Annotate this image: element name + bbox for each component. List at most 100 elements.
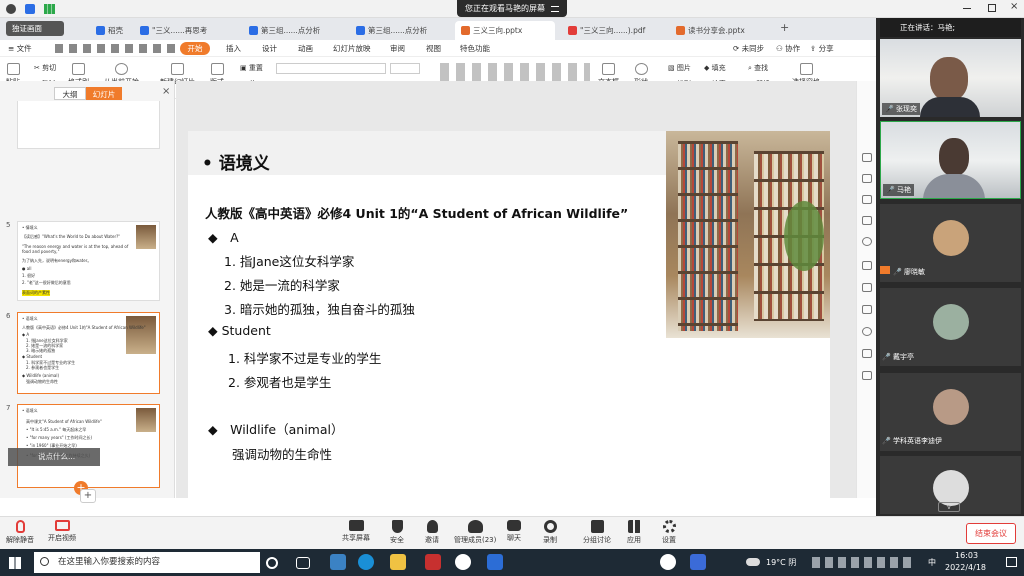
- share-button[interactable]: ⇪ 分享: [810, 43, 834, 54]
- manage-members-button[interactable]: 管理成员(23): [454, 520, 496, 545]
- help-icon[interactable]: [660, 554, 676, 570]
- font-name-select[interactable]: [276, 63, 386, 74]
- task-view-icon[interactable]: [296, 557, 310, 569]
- collab-button[interactable]: ⚇ 协作: [776, 43, 800, 54]
- unmute-button[interactable]: 解除静音: [6, 520, 34, 545]
- person-silhouette: [939, 138, 969, 176]
- participant-tile-speaking[interactable]: 🎤 马艳: [880, 121, 1021, 199]
- menu-icon[interactable]: [551, 5, 559, 12]
- clock-time[interactable]: 16:03: [955, 551, 978, 560]
- tab-docer[interactable]: 稻壳: [90, 21, 130, 40]
- start-video-button[interactable]: 开启视频: [48, 520, 76, 543]
- tab-reading-pptx[interactable]: 读书分享会.pptx: [670, 21, 770, 40]
- clock-date[interactable]: 2022/4/18: [945, 563, 986, 572]
- layout-icon: [210, 63, 224, 75]
- cut-button[interactable]: ✂ 剪切: [34, 63, 56, 73]
- font-size-select[interactable]: [390, 63, 420, 74]
- info-icon[interactable]: [6, 4, 16, 14]
- chat-quick-input[interactable]: 说点什么...: [8, 448, 100, 466]
- tab-doc-3[interactable]: 第三组......点分析: [350, 21, 446, 40]
- windows-start-icon[interactable]: [9, 557, 21, 569]
- app-icon[interactable]: [690, 554, 706, 570]
- person-body: [920, 97, 980, 117]
- tab-screen-share[interactable]: 独证画面: [6, 21, 64, 36]
- menu-review[interactable]: 审阅: [390, 43, 405, 54]
- viewing-banner[interactable]: 您正在观看马艳的屏幕: [457, 0, 567, 17]
- security-button[interactable]: 安全: [390, 520, 404, 545]
- tab-outline[interactable]: 大纲: [54, 87, 86, 100]
- tool-icon[interactable]: [862, 237, 872, 246]
- settings-button[interactable]: 设置: [662, 520, 676, 545]
- menu-view[interactable]: 视图: [426, 43, 441, 54]
- tool-icon[interactable]: [862, 349, 872, 358]
- tab-doc-2[interactable]: 第三组......点分析: [243, 21, 339, 40]
- avatar: [933, 389, 969, 425]
- fill-button[interactable]: ◆ 填充: [704, 63, 726, 73]
- browser-icon[interactable]: [358, 554, 374, 570]
- apps-button[interactable]: 应用: [627, 520, 641, 545]
- menu-design[interactable]: 设计: [262, 43, 277, 54]
- tab-pdf[interactable]: "三义三向......).pdf: [562, 21, 662, 40]
- new-tab-icon[interactable]: +: [780, 21, 789, 34]
- new-slide-plus-button[interactable]: +: [80, 489, 96, 503]
- tool-icon[interactable]: [862, 174, 872, 183]
- maximize-icon[interactable]: [988, 4, 996, 12]
- end-meeting-button[interactable]: 结束会议: [966, 523, 1016, 544]
- tool-icon[interactable]: [862, 195, 872, 204]
- ime-indicator[interactable]: 中: [928, 557, 936, 568]
- minimize-icon[interactable]: [963, 8, 971, 9]
- system-tray-icons[interactable]: [812, 557, 912, 568]
- close-panel-icon[interactable]: ×: [162, 86, 170, 97]
- tool-icon[interactable]: [862, 216, 872, 225]
- tool-icon[interactable]: [862, 327, 872, 336]
- tool-icon[interactable]: [862, 261, 872, 270]
- weather-text[interactable]: 19°C 阴: [766, 557, 796, 568]
- breakout-rooms-button[interactable]: 分组讨论: [583, 520, 611, 545]
- menu-bar: ≡ 文件 开始 插入 设计 动画 幻灯片放映 审阅 视图 特色功能 ⟳ 未同步 …: [0, 40, 876, 57]
- tab-slides[interactable]: 幻灯片: [86, 87, 122, 100]
- slide-thumb-6-selected[interactable]: • 语境义 人教版《高中英语》必修4 Unit 1的"A Student of …: [17, 312, 160, 394]
- participant-tile[interactable]: 🎤 张现奕: [880, 39, 1021, 117]
- menu-insert[interactable]: 插入: [226, 43, 241, 54]
- notification-icon[interactable]: [1006, 557, 1017, 567]
- tool-icon[interactable]: [862, 371, 872, 380]
- invite-button[interactable]: 邀请: [425, 520, 439, 545]
- file-explorer-icon[interactable]: [390, 554, 406, 570]
- tool-icon[interactable]: [862, 283, 872, 292]
- menu-slideshow[interactable]: 幻灯片放映: [333, 43, 371, 54]
- tool-icon[interactable]: [862, 305, 872, 314]
- quick-access-icons[interactable]: [55, 44, 175, 53]
- doc-icon: [96, 26, 105, 35]
- wps-icon[interactable]: [425, 554, 441, 570]
- participants-panel: 正在讲话：马艳; ^ 🎤 张现奕 🎤 马艳 🎤 廖晓敏 🎤 戴宇亭 🎤 学科英语…: [876, 18, 1024, 516]
- share-screen-button[interactable]: 共享屏幕: [342, 520, 370, 543]
- slide-thumb-7[interactable]: • 语境义 高中课文"A Student of African Wildlife…: [17, 404, 160, 495]
- tab-active-pptx[interactable]: 三义三向.pptx: [455, 21, 555, 40]
- thumb-text: 2. 参观者也是学生: [26, 365, 60, 370]
- slide[interactable]: • 语境义 人教版《高中英语》必修4 Unit 1的“A Student of …: [188, 131, 830, 501]
- security-shield-icon[interactable]: [25, 4, 35, 14]
- meeting-app-icon[interactable]: [487, 554, 503, 570]
- tab-doc-1[interactable]: "三义......再思考: [134, 21, 224, 40]
- sync-status[interactable]: ⟳ 未同步: [733, 43, 764, 54]
- edge-icon[interactable]: [330, 554, 346, 570]
- slide-thumb-4-partial[interactable]: [17, 101, 160, 149]
- slide-heading: • 语境义: [202, 154, 270, 174]
- menu-animation[interactable]: 动画: [298, 43, 313, 54]
- cortana-icon[interactable]: [266, 557, 278, 569]
- reset-button[interactable]: ▣ 重置: [240, 63, 263, 73]
- doc-icon: [356, 26, 365, 35]
- close-icon[interactable]: ×: [1010, 1, 1018, 12]
- find-button[interactable]: ⌕ 查找: [748, 63, 768, 73]
- menu-home[interactable]: 开始: [180, 42, 210, 55]
- qq-icon[interactable]: [455, 554, 471, 570]
- tool-icon[interactable]: [862, 153, 872, 162]
- slide-thumb-5[interactable]: • 情境义 【读后感】"What's the World to Do about…: [17, 221, 160, 301]
- chat-button[interactable]: 聊天: [507, 520, 521, 543]
- scroll-down-button[interactable]: v: [938, 502, 960, 512]
- picture-button[interactable]: ▧ 图片: [668, 63, 691, 73]
- menu-features[interactable]: 特色功能: [460, 43, 490, 54]
- taskbar-search[interactable]: 在这里输入你要搜索的内容: [34, 552, 260, 573]
- record-button[interactable]: 录制: [543, 520, 557, 545]
- menu-file[interactable]: ≡ 文件: [8, 43, 32, 54]
